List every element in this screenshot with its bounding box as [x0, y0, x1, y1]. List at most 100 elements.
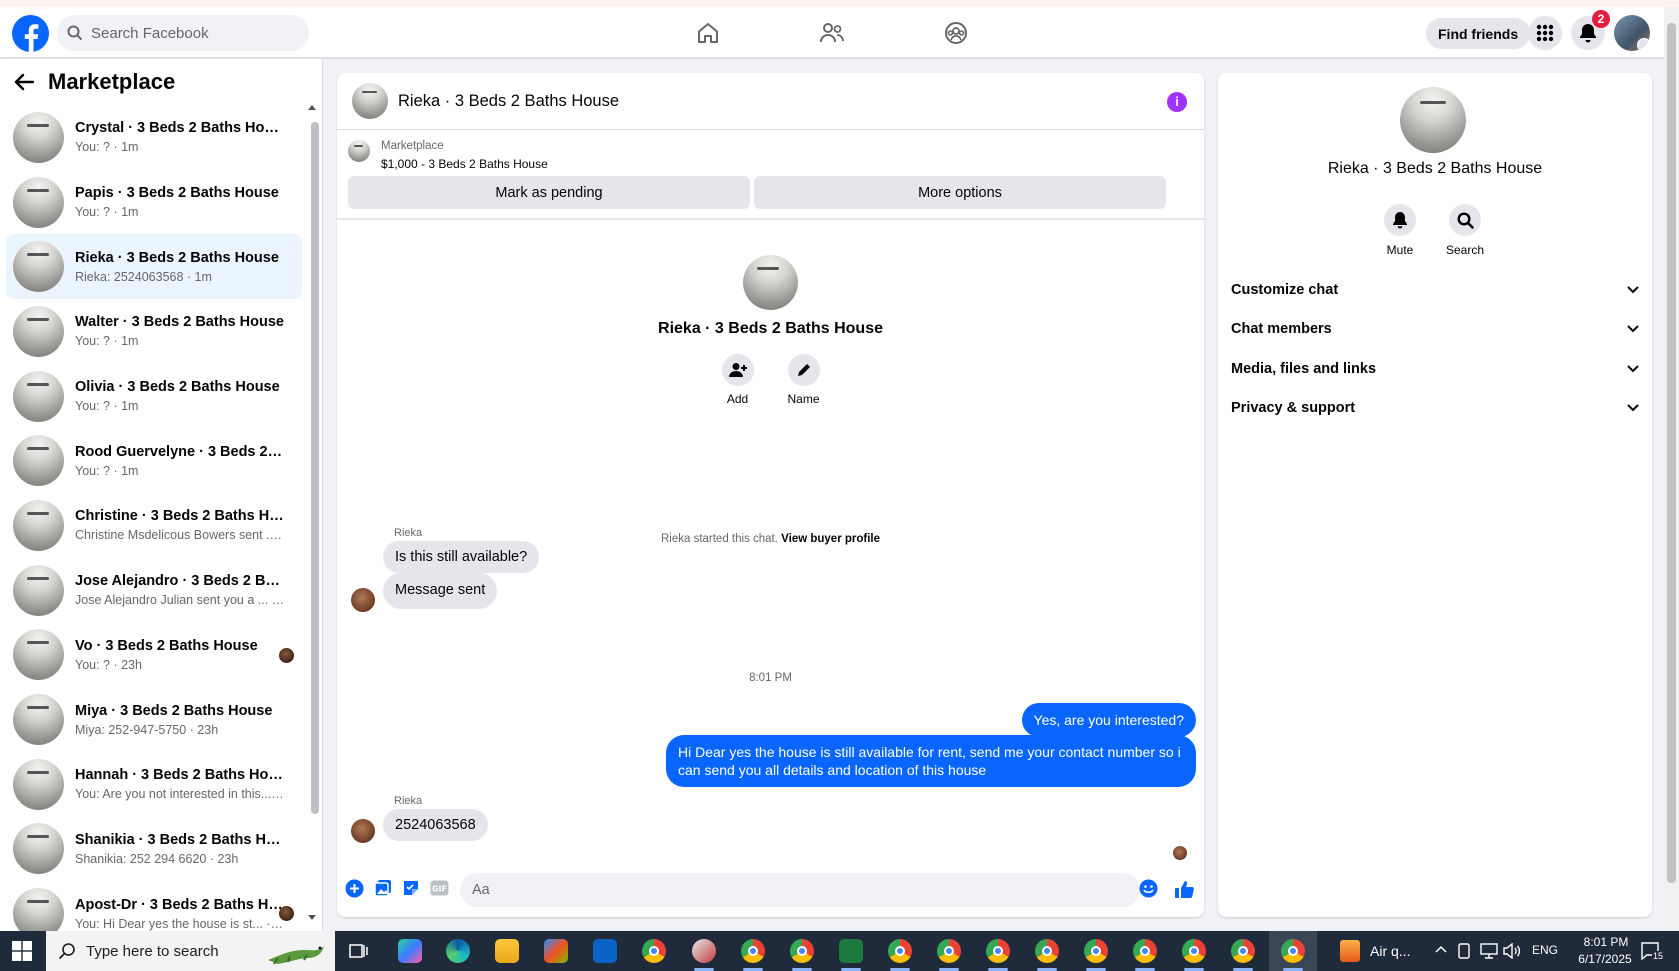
details-avatar[interactable] [1400, 87, 1466, 153]
page-scrollbar[interactable] [1664, 7, 1679, 931]
incoming-message[interactable]: Is this still available? [383, 541, 540, 573]
account-avatar[interactable] [1614, 15, 1650, 51]
mark-as-pending-button[interactable]: Mark as pending [348, 176, 750, 209]
search-facebook-box[interactable] [57, 15, 309, 51]
conversation-item[interactable]: Walter · 3 Beds 2 Baths House You: ? · 1m [6, 299, 302, 364]
conversation-text: Jose Alejandro · 3 Beds 2 Baths ... Jose … [75, 573, 285, 607]
view-buyer-profile-link[interactable]: View buyer profile [781, 533, 880, 545]
sender-avatar[interactable] [351, 588, 375, 612]
search-facebook-input[interactable] [91, 24, 301, 42]
conversation-item[interactable]: Crystal · 3 Beds 2 Baths House You: ? · 1… [6, 105, 302, 170]
microsoft-store-icon[interactable] [544, 939, 568, 963]
message-input[interactable] [460, 873, 1140, 907]
chat-members-row[interactable]: Chat members [1231, 311, 1639, 347]
chrome-profile-icon[interactable] [790, 939, 814, 963]
outgoing-message[interactable]: Yes, are you interested? [1021, 703, 1196, 737]
page-scrollbar-thumb[interactable] [1667, 23, 1676, 883]
friends-icon[interactable] [816, 17, 848, 49]
conversation-scrollbar-thumb[interactable] [311, 122, 319, 814]
chrome-active-icon[interactable] [1281, 939, 1305, 963]
windows-start-icon[interactable] [12, 941, 32, 961]
sticker-icon[interactable] [401, 878, 421, 898]
weather-text[interactable]: Air q... [1370, 943, 1410, 959]
volume-icon[interactable] [1503, 943, 1521, 959]
conversation-item[interactable]: Papis · 3 Beds 2 Baths House You: ? · 1m [6, 170, 302, 235]
spreadsheet-app-icon[interactable] [839, 939, 863, 963]
plus-circle-icon[interactable] [344, 878, 364, 898]
info-icon[interactable]: i [1167, 92, 1187, 112]
file-explorer-icon[interactable] [495, 939, 519, 963]
facebook-logo-icon[interactable] [12, 15, 49, 52]
customize-chat-row[interactable]: Customize chat [1231, 272, 1639, 308]
incoming-message[interactable]: 2524063568 [383, 809, 488, 841]
mute-button[interactable]: Mute [1370, 204, 1430, 257]
name-chat-button[interactable]: Name [786, 354, 822, 406]
listing-price[interactable]: $1,000 - 3 Beds 2 Baths House [381, 157, 548, 171]
bell-icon [1384, 204, 1416, 236]
outlook-icon[interactable] [593, 939, 617, 963]
privacy-support-row[interactable]: Privacy & support [1231, 390, 1639, 426]
copilot-icon[interactable] [398, 939, 422, 963]
groups-icon[interactable] [940, 17, 972, 49]
conversation-item[interactable]: Vo · 3 Beds 2 Baths House You: ? · 23h [6, 623, 302, 688]
menu-grid-icon[interactable] [1528, 16, 1562, 50]
conversation-item[interactable]: Hannah · 3 Beds 2 Baths House You: Are yo… [6, 752, 302, 817]
action-center-count: 15 [1652, 951, 1665, 961]
outgoing-message[interactable]: Hi Dear yes the house is still available… [666, 735, 1196, 787]
search-highlight-lizard-icon [264, 934, 332, 968]
conversation-item[interactable]: Miya · 3 Beds 2 Baths House Miya: 252-947… [6, 687, 302, 752]
pencil-icon [787, 354, 820, 386]
conversation-item[interactable]: Jose Alejandro · 3 Beds 2 Baths ... Jose … [6, 558, 302, 623]
network-icon[interactable] [1480, 943, 1498, 959]
chrome-icon[interactable] [642, 939, 666, 963]
back-arrow-icon[interactable] [14, 73, 34, 91]
media-files-links-label: Media, files and links [1231, 361, 1377, 377]
device-icon[interactable] [1457, 943, 1471, 959]
chrome-profile-icon[interactable] [741, 939, 765, 963]
add-people-button[interactable]: Add [720, 354, 756, 406]
chrome-profile-icon[interactable] [937, 939, 961, 963]
conversation-item[interactable]: Shanikia · 3 Beds 2 Baths House Shanikia:… [6, 817, 302, 882]
clock-date[interactable]: 6/17/2025 [1569, 952, 1641, 966]
chrome-profile-icon[interactable] [1231, 939, 1255, 963]
chrome-profile-icon[interactable] [1133, 939, 1157, 963]
task-view-icon[interactable] [349, 941, 369, 961]
listing-avatar [13, 370, 64, 422]
thumbs-up-icon[interactable] [1173, 878, 1195, 900]
chat-header-avatar[interactable] [352, 83, 388, 119]
conversation-text: Crystal · 3 Beds 2 Baths House You: ? · 1… [75, 120, 285, 154]
clock-time[interactable]: 8:01 PM [1575, 935, 1637, 949]
page-title: Marketplace [48, 69, 176, 94]
media-files-links-row[interactable]: Media, files and links [1231, 351, 1639, 387]
sender-avatar[interactable] [351, 819, 375, 843]
conversation-item[interactable]: Rieka · 3 Beds 2 Baths House Rieka: 25240… [6, 234, 302, 300]
air-quality-icon[interactable] [1340, 940, 1360, 962]
intro-avatar[interactable] [743, 255, 798, 310]
edge-browser-icon[interactable] [446, 939, 470, 963]
show-hidden-icons-chevron-up-icon[interactable] [1434, 943, 1448, 957]
chrome-profile-icon[interactable] [1182, 939, 1206, 963]
photo-gallery-icon[interactable] [373, 878, 393, 898]
search-in-chat-button[interactable]: Search [1435, 204, 1495, 257]
conversation-item[interactable]: Christine · 3 Beds 2 Baths House Christin… [6, 493, 302, 558]
chrome-profile-icon[interactable] [986, 939, 1010, 963]
language-indicator[interactable]: ENG [1532, 943, 1558, 957]
search-label: Search [1445, 243, 1485, 257]
chat-header: Rieka · 3 Beds 2 Baths House i [337, 73, 1204, 130]
home-icon[interactable] [692, 17, 724, 49]
more-options-button[interactable]: More options [754, 176, 1166, 209]
chrome-profile-icon[interactable] [888, 939, 912, 963]
conversation-item[interactable]: Olivia · 3 Beds 2 Baths House You: ? · 1m [6, 364, 302, 429]
chat-title[interactable]: Rieka · 3 Beds 2 Baths House [398, 92, 619, 111]
taskbar-search-box[interactable]: Type here to search [46, 931, 335, 971]
paint-app-icon[interactable] [692, 939, 716, 963]
chrome-profile-icon[interactable] [1084, 939, 1108, 963]
account-chevron-down-icon [1637, 38, 1650, 51]
chrome-profile-icon[interactable] [1035, 939, 1059, 963]
emoji-icon[interactable] [1138, 878, 1158, 898]
listing-thumbnail[interactable] [348, 140, 370, 162]
conversation-item[interactable]: Rood Guervelyne · 3 Beds 2 Bat... You: ? … [6, 428, 302, 493]
incoming-message[interactable]: Message sent [383, 573, 498, 609]
find-friends-button[interactable]: Find friends [1426, 18, 1531, 49]
gif-icon[interactable]: GIF [429, 878, 449, 898]
